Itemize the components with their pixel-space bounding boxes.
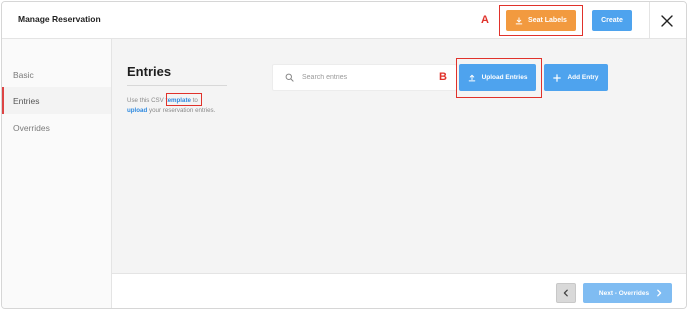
previous-button[interactable] [556,283,576,303]
annotation-marker-a: A [481,14,489,26]
sidebar-item-label: Entries [13,95,40,106]
helper-text-3: your reservation entries. [147,107,216,114]
create-button[interactable]: Create [592,10,632,31]
search-icon [285,73,294,82]
entries-panel: Entries Use this CSV template to upload … [112,39,686,273]
page-title: Entries [127,64,172,79]
helper-text-1: Use this CSV [127,97,166,104]
sidebar-item-basic[interactable]: Basic [2,61,111,88]
annotation-marker-b: B [439,71,447,83]
header-divider [649,2,650,39]
sidebar: Basic Entries Overrides [2,39,112,308]
modal-footer: Next - Overrides [112,273,686,308]
sidebar-item-overrides[interactable]: Overrides [2,114,111,141]
upload-link[interactable]: upload [127,107,147,114]
create-label: Create [601,17,623,24]
annotation-highlight-b [456,58,542,98]
annotation-highlight-template [166,93,202,106]
next-overrides-label: Next - Overrides [598,289,650,297]
download-icon [515,16,523,24]
search-box [272,64,457,91]
chevron-right-icon [657,289,662,297]
modal-header: Manage Reservation A Seat Labels Create [2,2,686,39]
chevron-left-icon [563,289,568,297]
modal-title: Manage Reservation [18,14,101,24]
title-divider [127,85,227,86]
manage-reservation-modal: Manage Reservation A Seat Labels Create … [1,1,687,309]
search-input[interactable] [302,74,442,81]
close-button[interactable] [657,11,677,31]
plus-icon [553,73,562,82]
seat-labels-label: Seat Labels [528,17,567,24]
next-overrides-button[interactable]: Next - Overrides [583,283,672,303]
sidebar-item-entries[interactable]: Entries [2,87,111,114]
add-entry-button[interactable]: Add Entry [544,64,608,91]
close-icon [661,15,673,27]
add-entry-label: Add Entry [567,74,599,81]
sidebar-item-label: Overrides [13,122,50,133]
sidebar-item-label: Basic [13,69,34,80]
seat-labels-button[interactable]: Seat Labels [506,10,576,31]
